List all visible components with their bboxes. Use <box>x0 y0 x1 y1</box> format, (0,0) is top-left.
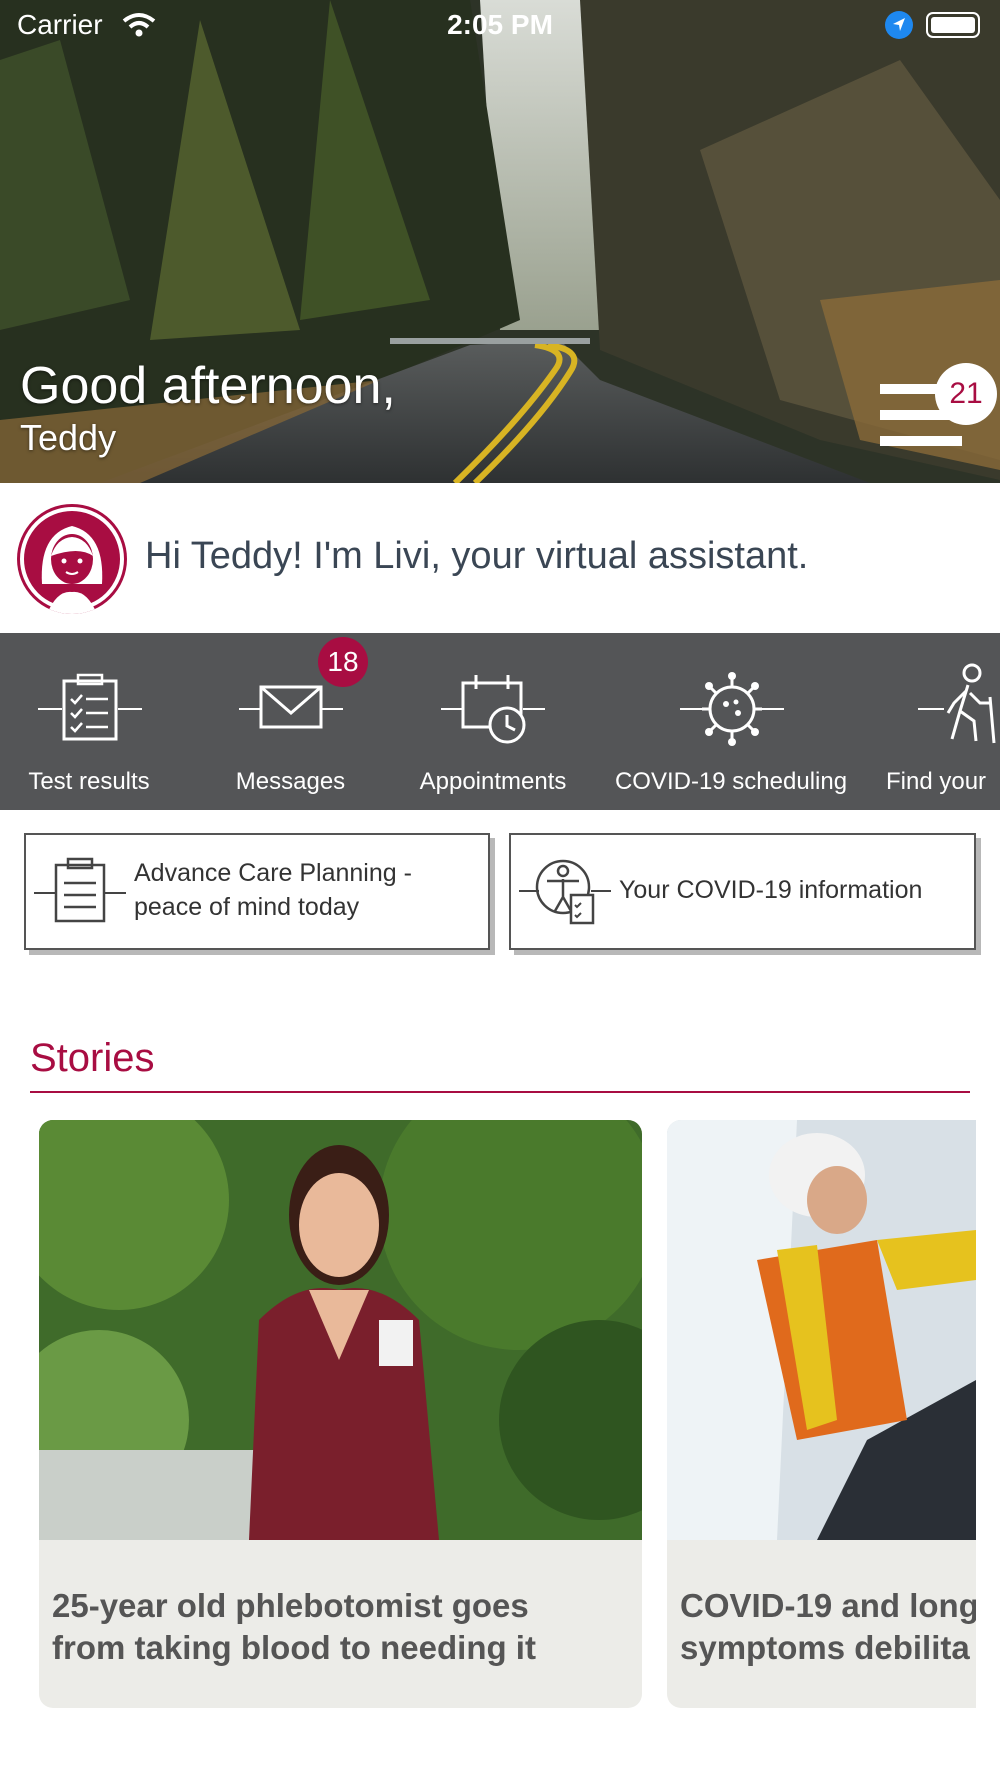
menu-bar-icon <box>880 436 962 446</box>
story-card[interactable]: 25-year old phlebotomist goes from takin… <box>39 1120 642 1708</box>
virus-icon <box>680 672 784 746</box>
status-time: 2:05 PM <box>447 9 553 40</box>
quick-action-label: Messages <box>235 768 346 795</box>
user-name: Teddy <box>20 417 117 458</box>
stories-divider <box>30 1091 970 1093</box>
clipboard-list-icon <box>34 857 126 923</box>
story-card[interactable]: COVID-19 and long symptoms debilita <box>667 1120 976 1708</box>
virtual-assistant-banner[interactable]: Hi Teddy! I'm Livi, your virtual assista… <box>0 483 1000 633</box>
story-title-line: 25-year old phlebotomist goes <box>52 1587 529 1624</box>
quick-action-label: Test results <box>28 768 150 795</box>
battery-icon <box>926 12 980 38</box>
card-label: Advance Care Planning - peace of mind to… <box>134 856 412 924</box>
assistant-avatar[interactable] <box>17 504 127 614</box>
quick-action-label: COVID-19 scheduling <box>614 768 848 795</box>
story-title-line: COVID-19 and long <box>680 1587 976 1624</box>
card-label-line: peace of mind today <box>134 893 360 921</box>
advance-care-planning-card[interactable]: Advance Care Planning - peace of mind to… <box>24 833 490 950</box>
greeting-heading: Good afternoon, <box>20 357 396 415</box>
quick-action-find[interactable]: Find your <box>880 633 1000 810</box>
story-title: 25-year old phlebotomist goes from takin… <box>52 1585 536 1669</box>
quick-action-test-results[interactable]: Test results <box>0 633 178 810</box>
story-photo-climber <box>667 1120 976 1540</box>
quick-action-appointments[interactable]: Appointments <box>403 633 583 810</box>
assistant-greeting: Hi Teddy! I'm Livi, your virtual assista… <box>145 535 809 577</box>
assistant-face-icon <box>20 507 124 614</box>
quick-actions-bar: Test results 18 Messages Appointments CO… <box>0 633 1000 810</box>
card-label: Your COVID-19 information <box>619 876 923 904</box>
status-indicators <box>884 10 980 40</box>
clipboard-checklist-icon <box>38 673 142 741</box>
card-label-line: Advance Care Planning - <box>134 859 412 887</box>
location-arrow-icon <box>885 11 913 39</box>
quick-action-covid-scheduling[interactable]: COVID-19 scheduling <box>600 633 862 810</box>
quick-action-label: Appointments <box>419 768 567 795</box>
story-photo-nurse <box>39 1120 642 1540</box>
covid-information-card[interactable]: Your COVID-19 information <box>509 833 976 950</box>
hero-banner: Carrier 2:05 PM Good afternoon, Teddy 21 <box>0 0 1000 483</box>
story-title: COVID-19 and long symptoms debilita <box>680 1585 976 1669</box>
calendar-clock-icon <box>441 675 545 744</box>
messages-badge: 18 <box>318 637 368 687</box>
story-title-line: from taking blood to needing it <box>52 1629 536 1666</box>
story-title-line: symptoms debilita <box>680 1629 970 1666</box>
quick-action-label: Find your <box>886 768 987 795</box>
quick-action-messages[interactable]: 18 Messages <box>188 633 393 810</box>
notification-badge[interactable]: 21 <box>935 363 997 425</box>
hiking-person-icon <box>918 663 996 744</box>
status-bar: Carrier 2:05 PM <box>0 0 1000 50</box>
stories-heading: Stories <box>30 1036 155 1080</box>
person-checklist-icon <box>519 859 611 925</box>
